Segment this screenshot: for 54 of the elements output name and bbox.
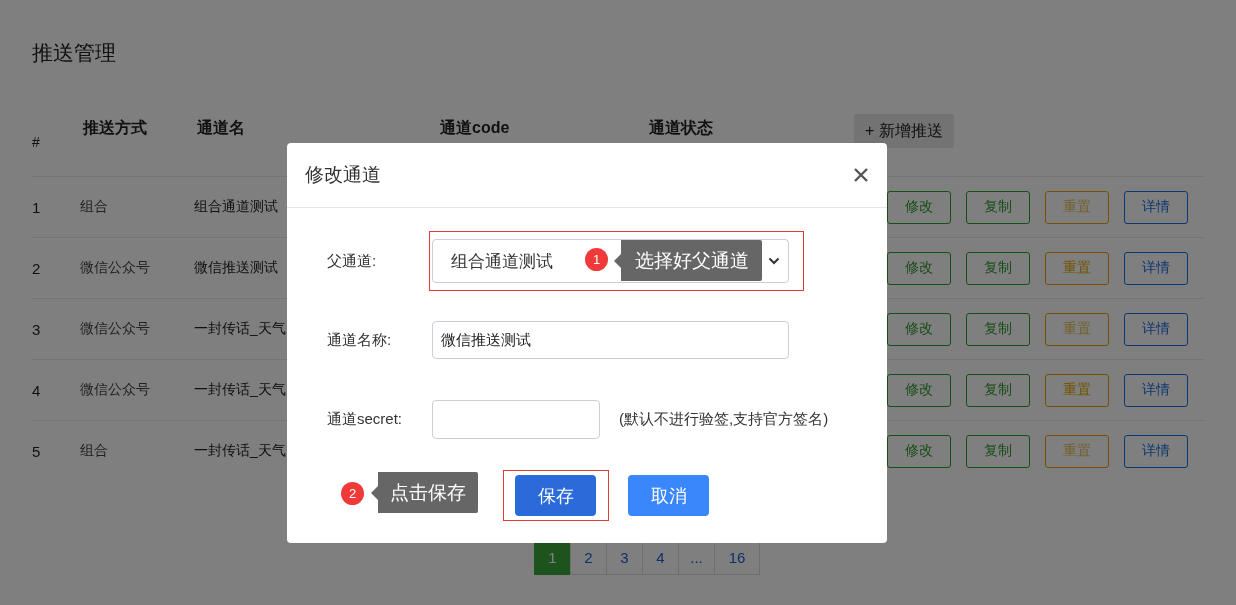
detail-button[interactable]: 详情 (1124, 434, 1188, 468)
table-cell-text: 组合 (80, 198, 109, 216)
field-hint: (默认不进行验签,支持官方签名) (619, 410, 829, 429)
edit-button[interactable]: 修改 (887, 434, 951, 468)
copy-button[interactable]: 复制 (966, 373, 1030, 407)
step-badge: 1 (585, 248, 608, 271)
copy-button[interactable]: 复制 (966, 251, 1030, 285)
table-cell-text: 微信公众号 (80, 320, 151, 338)
table-cell: 组合通道测试 (194, 198, 278, 216)
column-header: 通道code (439, 118, 511, 138)
step-badge: 2 (341, 482, 364, 505)
close-icon[interactable] (853, 167, 869, 183)
field-label: 通道secret: (327, 410, 403, 429)
copy-button[interactable]: 复制 (966, 434, 1030, 468)
detail-button[interactable]: 详情 (1124, 312, 1188, 346)
chevron-down-icon (768, 257, 780, 265)
table-cell-text: 5 (32, 442, 42, 460)
field-label: 父通道: (327, 251, 378, 271)
reset-button[interactable]: 重置 (1045, 373, 1109, 407)
table-cell-text: 微信公众号 (80, 381, 151, 399)
save-button[interactable]: 保存 (515, 475, 596, 516)
annotation-tooltip: 点击保存 (371, 472, 478, 513)
table-cell-text: 1 (32, 198, 42, 216)
edit-button[interactable]: 修改 (887, 251, 951, 285)
channel-name-input[interactable]: 微信推送测试 (432, 321, 789, 359)
page-title: 推送管理 (32, 40, 117, 66)
column-header: 通道状态 (648, 118, 714, 138)
detail-button[interactable]: 详情 (1124, 190, 1188, 224)
field-label: 通道名称: (327, 330, 393, 350)
copy-button[interactable]: 复制 (966, 312, 1030, 346)
cancel-button[interactable]: 取消 (628, 475, 709, 516)
table-cell-text: 组合 (80, 442, 109, 460)
annotation-tooltip: 选择好父通道 (614, 240, 762, 281)
reset-button[interactable]: 重置 (1045, 251, 1109, 285)
edit-button[interactable]: 修改 (887, 373, 951, 407)
column-header: 推送方式 (81, 118, 148, 138)
edit-button[interactable]: 修改 (887, 190, 951, 224)
table-cell-text: 4 (32, 381, 42, 399)
detail-button[interactable]: 详情 (1124, 373, 1188, 407)
detail-button[interactable]: 详情 (1124, 251, 1188, 285)
table-cell-text: 3 (32, 320, 42, 338)
table-cell-text: 微信公众号 (80, 259, 151, 277)
table-cell: 一封传话_天气 (194, 320, 286, 338)
secret-input[interactable] (432, 400, 600, 439)
copy-button[interactable]: 复制 (966, 190, 1030, 224)
edit-button[interactable]: 修改 (887, 312, 951, 346)
table-cell: 一封传话_天气 (194, 381, 286, 399)
table-cell-text: 2 (32, 259, 42, 277)
table-cell: 微信推送测试 (194, 259, 278, 277)
column-header: 通道名 (196, 118, 246, 138)
table-cell: 一封传话_天气 (194, 442, 286, 460)
dialog-title: 修改通道 (305, 163, 381, 187)
add-push-button[interactable]: + 新增推送 (854, 114, 954, 148)
column-header: # (32, 133, 41, 150)
